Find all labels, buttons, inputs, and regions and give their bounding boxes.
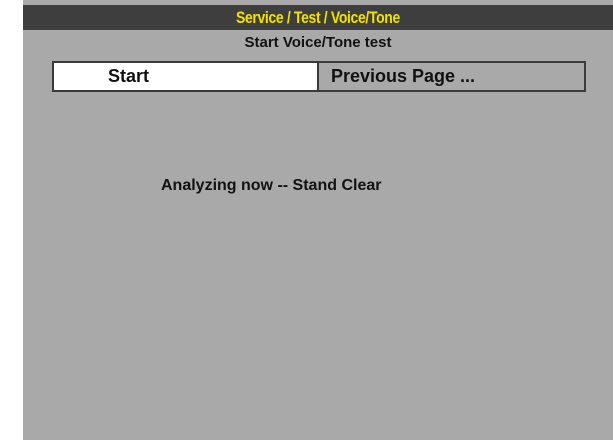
- start-button-label: Start: [108, 66, 150, 86]
- button-row: Start Previous Page ...: [52, 61, 586, 92]
- page-title: Service / Test / Voice/Tone: [236, 7, 400, 27]
- start-button[interactable]: Start: [54, 63, 319, 90]
- previous-page-button[interactable]: Previous Page ...: [319, 63, 584, 90]
- title-bar: Service / Test / Voice/Tone: [23, 5, 613, 30]
- previous-page-button-label: Previous Page ...: [331, 66, 476, 86]
- status-message: Analyzing now -- Stand Clear: [161, 177, 382, 194]
- screen-frame: Service / Test / Voice/Tone Start Voice/…: [23, 0, 613, 440]
- page-subtitle: Start Voice/Tone test: [244, 34, 392, 51]
